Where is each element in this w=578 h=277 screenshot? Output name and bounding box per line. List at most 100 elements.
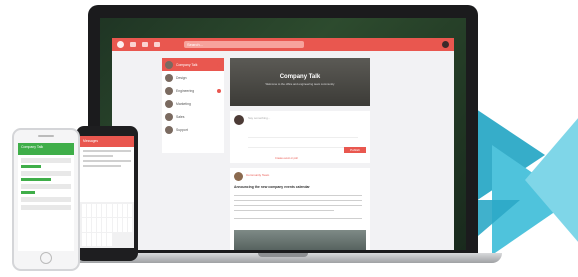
keyboard-key[interactable] (87, 204, 92, 218)
message-line (83, 160, 131, 162)
phone-light: Company Talk (12, 128, 80, 271)
keyboard-key[interactable] (82, 204, 87, 218)
web-app: Search... Company Talk Design Engineering M… (112, 38, 454, 250)
avatar[interactable] (442, 41, 449, 48)
keyboard-key[interactable] (102, 232, 107, 246)
divider (248, 137, 358, 138)
keyboard-key[interactable] (97, 204, 102, 218)
phone-light-header: Company Talk (18, 143, 74, 155)
sidebar-item[interactable]: Sales (162, 110, 224, 123)
keyboard-key[interactable] (87, 232, 92, 246)
phone-dark: Messages (76, 126, 138, 261)
keyboard-key[interactable] (87, 218, 92, 232)
phone-speaker (38, 135, 54, 137)
keyboard-key[interactable] (82, 218, 87, 232)
sidebar-item-label: Sales (176, 114, 185, 119)
page-title: Company Talk (279, 74, 321, 80)
avatar (234, 115, 244, 125)
avatar (165, 125, 173, 134)
notification-badge (217, 62, 221, 67)
keyboard-key[interactable] (122, 218, 127, 232)
phone-dark-screen: Messages (80, 136, 134, 248)
keyboard-key[interactable] (122, 204, 127, 218)
progress-bar (21, 178, 51, 181)
progress-bar (21, 191, 35, 194)
app-topbar: Search... (112, 38, 454, 51)
keyboard-key[interactable] (117, 218, 122, 232)
list-item[interactable] (21, 197, 71, 202)
keyboard-key[interactable] (102, 218, 107, 232)
chat-icon[interactable] (154, 42, 160, 47)
create-event-link[interactable]: Create event or poll (275, 157, 298, 160)
keyboard-key[interactable] (107, 204, 112, 218)
keyboard-key[interactable] (102, 204, 107, 218)
post-text-line (234, 218, 362, 219)
phone-dark-header: Messages (80, 136, 134, 147)
post-text-line (234, 205, 362, 206)
sidebar: Company Talk Design Engineering Marketing Sa… (162, 58, 224, 153)
avatar (165, 73, 173, 82)
keyboard-key[interactable] (127, 218, 132, 232)
divider (248, 147, 358, 148)
notification-badge (217, 88, 221, 93)
composer-placeholder[interactable]: Say something... (248, 116, 270, 120)
search-input[interactable]: Search... (184, 41, 304, 48)
post-composer[interactable]: Say something... Publish Create event or… (230, 111, 370, 163)
sidebar-item[interactable]: Design (162, 71, 224, 84)
publish-button[interactable]: Publish (344, 147, 366, 153)
list-item[interactable] (21, 205, 71, 210)
list-item[interactable] (21, 184, 71, 189)
avatar (165, 60, 173, 69)
keyboard-key[interactable] (107, 232, 112, 246)
logo-icon[interactable] (117, 41, 124, 48)
post-image (234, 230, 366, 250)
home-icon[interactable] (130, 42, 136, 47)
post-text-line (234, 210, 334, 211)
sidebar-item-label: Design (176, 75, 187, 80)
avatar (234, 172, 243, 181)
post-text-line (234, 200, 362, 201)
main-feed: Company Talk Welcome to the office and e… (230, 58, 370, 250)
sidebar-item-label: Company Talk (176, 62, 198, 67)
sidebar-item-label: Support (176, 127, 188, 132)
sidebar-item[interactable]: Engineering (162, 84, 224, 97)
list-item[interactable] (21, 158, 71, 163)
home-button[interactable] (40, 252, 52, 264)
decor-triangle (525, 110, 578, 250)
avatar (165, 99, 173, 108)
keyboard-key[interactable] (92, 232, 97, 246)
keyboard-key[interactable] (107, 218, 112, 232)
sidebar-item[interactable]: Company Talk (162, 58, 224, 71)
sidebar-item[interactable]: Support (162, 123, 224, 136)
avatar (165, 86, 173, 95)
keyboard-key[interactable] (97, 232, 102, 246)
post-title: Announcing the new company events calend… (234, 185, 310, 189)
feed-post: Community Team Announcing the new compan… (230, 168, 370, 250)
list-item[interactable] (21, 171, 71, 176)
message-line (83, 155, 113, 157)
progress-bar (21, 165, 41, 168)
keyboard-key[interactable] (82, 232, 87, 246)
message-line (83, 165, 121, 167)
sidebar-item[interactable]: Marketing (162, 97, 224, 110)
page-subtitle: Welcome to the office and engineering te… (265, 82, 335, 86)
avatar (165, 112, 173, 121)
people-icon[interactable] (142, 42, 148, 47)
post-author[interactable]: Community Team (246, 173, 269, 177)
phone-light-screen: Company Talk (18, 143, 74, 251)
post-text-line (234, 195, 362, 196)
keyboard-key[interactable] (92, 218, 97, 232)
laptop-screen: Search... Company Talk Design Engineering M… (100, 18, 466, 250)
laptop-notch (258, 253, 308, 257)
keyboard-key[interactable] (127, 204, 132, 218)
keyboard-key[interactable] (97, 218, 102, 232)
sidebar-item-label: Engineering (176, 88, 195, 93)
keyboard-key[interactable] (117, 204, 122, 218)
message-line (83, 150, 131, 152)
keyboard-key[interactable] (112, 218, 117, 232)
sidebar-item-label: Marketing (176, 101, 191, 106)
group-hero: Company Talk Welcome to the office and e… (230, 58, 370, 106)
keyboard-key[interactable] (112, 204, 117, 218)
keyboard[interactable] (80, 202, 134, 248)
keyboard-key[interactable] (92, 204, 97, 218)
